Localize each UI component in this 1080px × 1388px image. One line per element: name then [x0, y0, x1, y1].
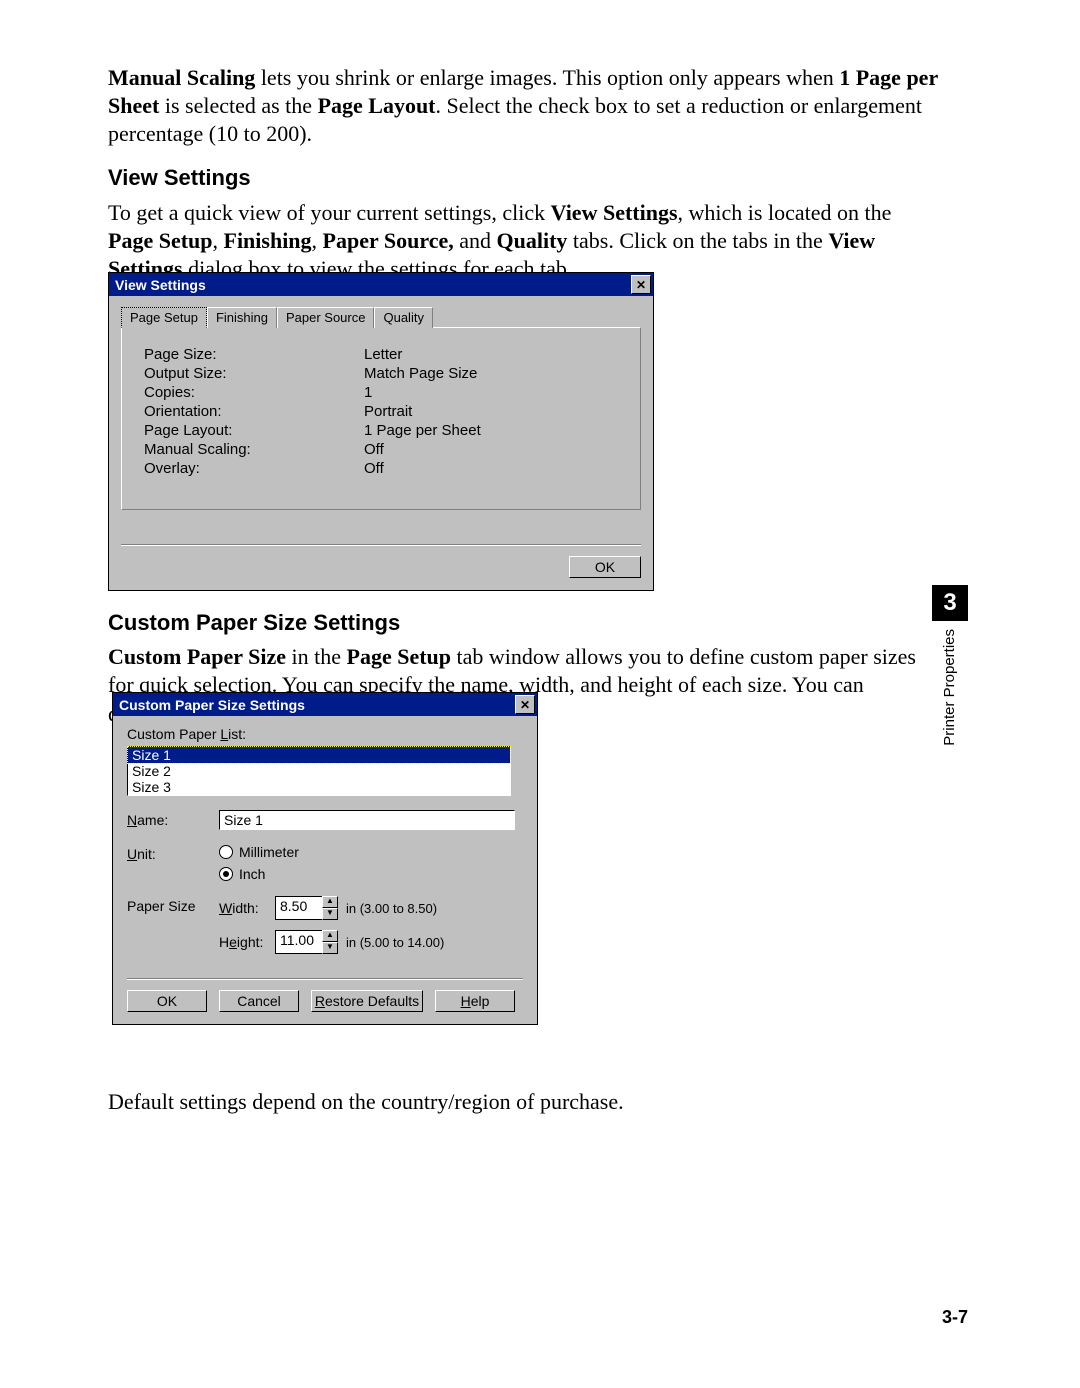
paper-size-label: Paper Size: [127, 896, 219, 914]
unit-radio-inch[interactable]: Inch: [219, 866, 299, 882]
arrow-up-icon[interactable]: ▲: [322, 896, 338, 908]
setting-label: Output Size:: [144, 365, 364, 382]
restore-defaults-button[interactable]: Restore Defaults: [311, 990, 423, 1012]
title-view-settings: View Settings: [115, 277, 206, 293]
setting-value: Portrait: [364, 403, 618, 420]
tab-page-setup[interactable]: Page Setup: [121, 307, 207, 328]
paragraph-manual-scaling: Manual Scaling lets you shrink or enlarg…: [108, 64, 938, 148]
setting-label: Copies:: [144, 384, 364, 401]
list-item[interactable]: Size 1: [128, 747, 510, 763]
unit-radio-millimeter[interactable]: Millimeter: [219, 844, 299, 860]
width-label: Width:: [219, 900, 267, 916]
ok-button[interactable]: OK: [569, 556, 641, 578]
arrow-up-icon[interactable]: ▲: [322, 930, 338, 942]
dialog-custom-paper-size: Custom Paper Size Settings ✕ Custom Pape…: [112, 692, 538, 1025]
arrow-down-icon[interactable]: ▼: [322, 942, 338, 954]
paragraph-footer-note: Default settings depend on the country/r…: [108, 1088, 938, 1116]
arrow-down-icon[interactable]: ▼: [322, 908, 338, 920]
setting-label: Page Layout:: [144, 422, 364, 439]
setting-value: Off: [364, 460, 618, 477]
width-stepper[interactable]: 8.50 ▲▼: [275, 896, 338, 920]
setting-label: Manual Scaling:: [144, 441, 364, 458]
tab-paper-source[interactable]: Paper Source: [277, 307, 375, 328]
custom-paper-list[interactable]: Size 1Size 2Size 3: [127, 746, 511, 796]
tab-pane: Page Size:LetterOutput Size:Match Page S…: [121, 327, 641, 510]
close-icon[interactable]: ✕: [631, 275, 651, 294]
term-page-layout: Page Layout: [318, 93, 436, 118]
term-manual-scaling: Manual Scaling: [108, 65, 255, 90]
setting-value: 1 Page per Sheet: [364, 422, 618, 439]
title-custom-paper-size: Custom Paper Size Settings: [119, 697, 305, 713]
page-number: 3-7: [942, 1307, 968, 1328]
heading-custom-paper-size: Custom Paper Size Settings: [108, 609, 938, 637]
dialog-view-settings: View Settings ✕ Page Setup Finishing Pap…: [108, 272, 654, 591]
radio-icon: [219, 867, 233, 881]
chapter-label: Printer Properties: [941, 629, 958, 746]
list-item[interactable]: Size 3: [128, 779, 510, 795]
radio-icon: [219, 845, 233, 859]
unit-label: Unit:: [127, 844, 219, 862]
width-value[interactable]: 8.50: [275, 896, 322, 920]
tab-strip: Page Setup Finishing Paper Source Qualit…: [121, 306, 641, 327]
close-icon[interactable]: ✕: [515, 695, 535, 714]
name-label: Name:: [127, 810, 219, 828]
setting-label: Overlay:: [144, 460, 364, 477]
tab-quality[interactable]: Quality: [374, 307, 432, 328]
tab-finishing[interactable]: Finishing: [207, 307, 277, 328]
name-field[interactable]: [219, 810, 515, 830]
setting-value: Match Page Size: [364, 365, 618, 382]
help-button[interactable]: Help: [435, 990, 515, 1012]
list-item[interactable]: Size 2: [128, 763, 510, 779]
custom-paper-list-label: Custom Paper List:: [127, 726, 523, 742]
titlebar-custom-paper-size: Custom Paper Size Settings ✕: [113, 693, 537, 716]
height-range: in (5.00 to 14.00): [346, 935, 444, 950]
heading-view-settings: View Settings: [108, 164, 938, 192]
setting-value: Letter: [364, 346, 618, 363]
setting-value: Off: [364, 441, 618, 458]
titlebar-view-settings: View Settings ✕: [109, 273, 653, 296]
setting-label: Orientation:: [144, 403, 364, 420]
height-value[interactable]: 11.00: [275, 930, 322, 954]
setting-value: 1: [364, 384, 618, 401]
height-label: Height:: [219, 934, 267, 950]
paragraph-view-settings: To get a quick view of your current sett…: [108, 199, 938, 283]
height-stepper[interactable]: 11.00 ▲▼: [275, 930, 338, 954]
cancel-button[interactable]: Cancel: [219, 990, 299, 1012]
setting-label: Page Size:: [144, 346, 364, 363]
width-range: in (3.00 to 8.50): [346, 901, 437, 916]
ok-button[interactable]: OK: [127, 990, 207, 1012]
